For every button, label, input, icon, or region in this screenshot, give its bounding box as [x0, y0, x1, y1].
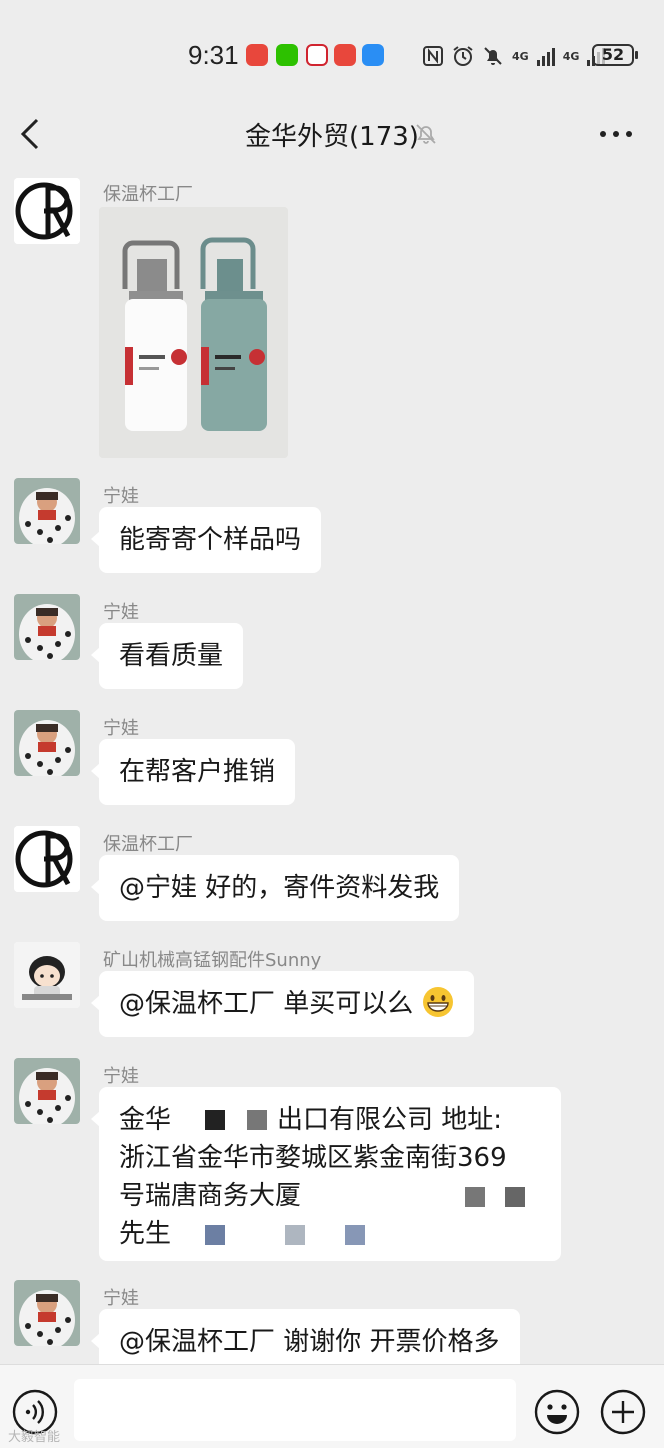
message-text: 号瑞唐商务大厦 — [119, 1181, 302, 1211]
egg-costume-avatar-icon — [14, 478, 80, 544]
redacted-block — [171, 1106, 277, 1132]
message-item: 保温杯工厂 @宁娃 好的，寄件资料发我 — [0, 826, 664, 926]
muted-bell-icon — [416, 124, 436, 144]
chat-title-text: 金华外贸(173) — [245, 122, 419, 152]
status-time: 9:31 — [188, 40, 239, 70]
message-text: 先生 — [119, 1219, 172, 1249]
message-input[interactable] — [74, 1379, 516, 1441]
network-type-2: 4G — [562, 49, 580, 63]
chat-header: 金华外贸(173) — [0, 100, 664, 168]
signal-icon — [536, 46, 555, 66]
emoji-icon[interactable] — [534, 1389, 580, 1435]
avatar[interactable] — [14, 1058, 80, 1124]
mail-app-icon — [334, 44, 356, 66]
message-text: 金华 — [119, 1105, 172, 1135]
network-type-1: 4G — [512, 49, 529, 63]
cartoon-girl-avatar-icon — [14, 942, 80, 1008]
alarm-icon — [453, 46, 473, 66]
thermos-bottles-image — [99, 207, 288, 458]
watermark: 大毅智能 — [8, 1430, 61, 1445]
wechat-icon — [276, 44, 298, 66]
more-functions-plus-icon[interactable] — [600, 1389, 646, 1435]
sender-name: 宁娃 — [103, 602, 139, 623]
message-bubble[interactable]: 在帮客户推销 — [90, 739, 296, 805]
message-item: 矿山机械高锰钢配件Sunny @保温杯工厂 单买可以么 — [0, 942, 664, 1042]
avatar[interactable] — [14, 1280, 80, 1346]
weather-app-icon — [362, 44, 384, 66]
egg-costume-avatar-icon — [14, 594, 80, 660]
app-notification-icon — [246, 44, 268, 66]
message-bubble[interactable]: 看看质量 — [90, 623, 244, 689]
avatar[interactable] — [14, 710, 80, 776]
battery-indicator: 52 — [592, 44, 638, 66]
message-bubble[interactable]: @保温杯工厂 谢谢你 开票价格多 — [91, 1309, 520, 1364]
sender-name: 保温杯工厂 — [103, 184, 193, 205]
redacted-block — [285, 1225, 305, 1245]
avatar[interactable] — [14, 478, 80, 544]
redacted-block — [465, 1187, 485, 1207]
sender-name: 宁娃 — [103, 1288, 139, 1309]
avatar[interactable] — [14, 942, 80, 1008]
sender-name: 保温杯工厂 — [103, 834, 193, 855]
system-icons: 4G 4G — [422, 42, 606, 70]
gr-logo-icon — [14, 178, 80, 244]
message-item: 宁娃 @保温杯工厂 谢谢你 开票价格多 — [0, 1280, 664, 1364]
sender-name: 宁娃 — [103, 486, 139, 507]
avatar[interactable] — [14, 826, 80, 892]
status-bar: 9:31 4G 4G 52 — [0, 0, 664, 100]
message-item: 宁娃 金华 出口有限公司 地址: 浙江省金华市婺城区紫金南街369 号瑞唐商务大厦… — [0, 1058, 664, 1268]
gr-logo-icon — [14, 826, 80, 892]
sender-name: 矿山机械高锰钢配件Sunny — [103, 950, 322, 971]
message-bubble[interactable]: 能寄寄个样品吗 — [90, 507, 322, 573]
message-item: 保温杯工厂 — [0, 176, 664, 466]
redacted-block — [505, 1187, 525, 1207]
message-item: 宁娃 看看质量 — [0, 594, 664, 694]
message-line: 先生 — [119, 1215, 541, 1253]
avatar[interactable] — [14, 178, 80, 244]
grinning-emoji-icon — [422, 987, 453, 1017]
sender-name: 宁娃 — [103, 1066, 139, 1087]
message-line: 金华 出口有限公司 地址: — [119, 1101, 541, 1139]
more-options-icon[interactable] — [598, 122, 634, 146]
message-bubble[interactable]: @宁娃 好的，寄件资料发我 — [90, 855, 460, 921]
redacted-block — [205, 1225, 225, 1245]
product-photo[interactable] — [99, 207, 288, 458]
silent-bell-icon — [484, 47, 502, 65]
avatar[interactable] — [14, 594, 80, 660]
message-text: @保温杯工厂 单买可以么 — [119, 989, 414, 1019]
message-line: 浙江省金华市婺城区紫金南街369 — [119, 1143, 507, 1173]
message-item: 宁娃 能寄寄个样品吗 — [0, 478, 664, 578]
bank-app-icon — [306, 44, 328, 66]
chat-input-bar — [0, 1364, 664, 1448]
redacted-block — [345, 1225, 365, 1245]
egg-costume-avatar-icon — [14, 710, 80, 776]
message-bubble[interactable]: @保温杯工厂 单买可以么 — [91, 971, 474, 1037]
message-text: 出口有限公司 地址: — [277, 1105, 503, 1135]
message-line: 号瑞唐商务大厦 — [119, 1177, 541, 1215]
egg-costume-avatar-icon — [14, 1058, 80, 1124]
sender-name: 宁娃 — [103, 718, 139, 739]
chat-title: 金华外贸(173) — [0, 116, 664, 153]
message-bubble[interactable]: 金华 出口有限公司 地址: 浙江省金华市婺城区紫金南街369 号瑞唐商务大厦 先生 — [91, 1087, 561, 1261]
message-item: 宁娃 在帮客户推销 — [0, 710, 664, 810]
egg-costume-avatar-icon — [14, 1280, 80, 1346]
nfc-icon — [423, 46, 443, 66]
